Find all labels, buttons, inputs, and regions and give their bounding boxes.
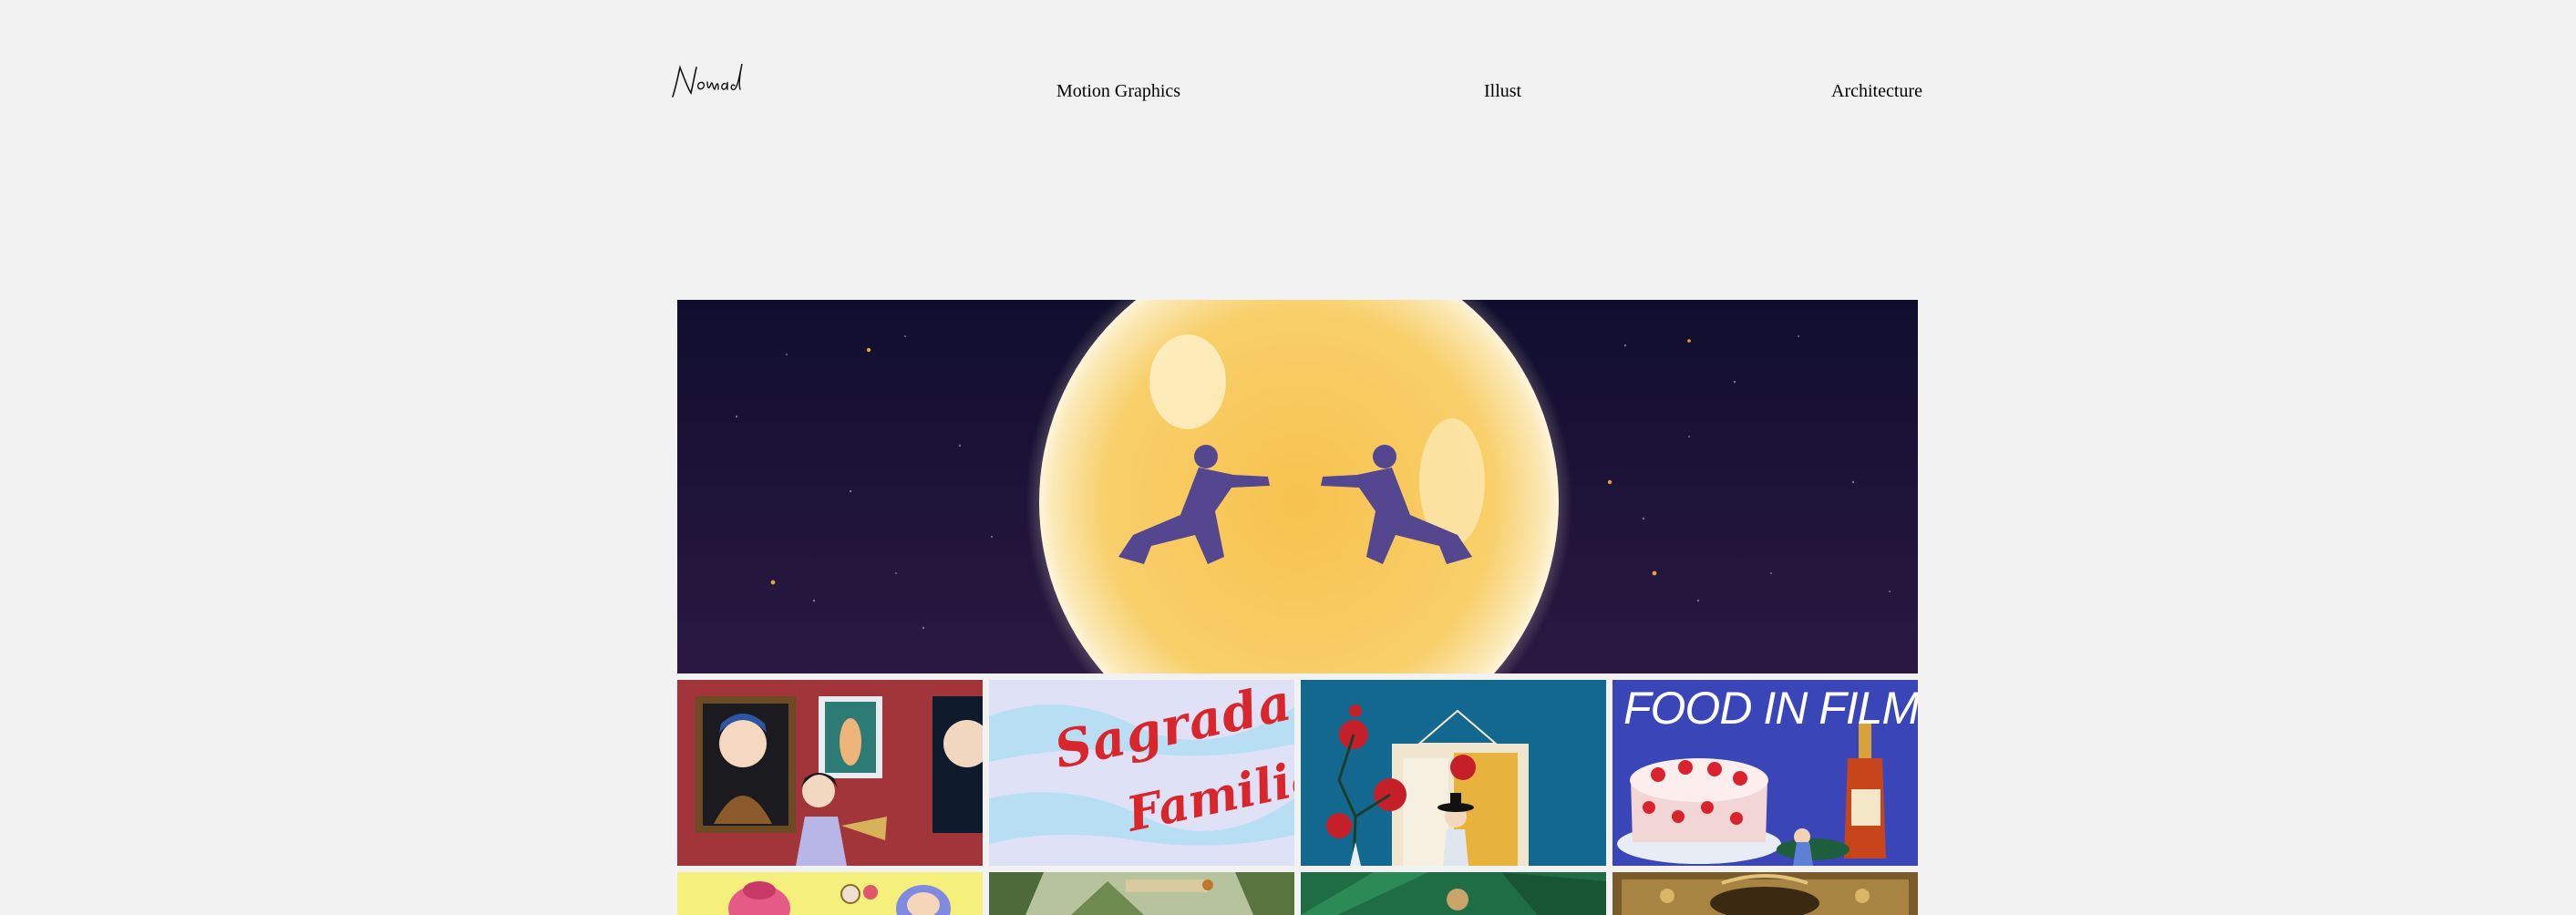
gallery-tile-yellow-characters[interactable] (677, 872, 983, 915)
nav-illust[interactable]: Illust (1484, 80, 1521, 102)
museum-illustration (677, 680, 983, 866)
gallery-tile-food-in-films[interactable]: FOOD IN FILMS (1613, 680, 1918, 866)
moon-fighters-illustration (677, 300, 1918, 673)
logo[interactable] (671, 60, 747, 100)
green-figure-illustration (1301, 872, 1606, 915)
gallery-tile-green-figure[interactable] (1301, 872, 1606, 915)
food-in-films-title: FOOD IN FILMS (1623, 683, 1918, 734)
nav-architecture[interactable]: Architecture (1831, 80, 1922, 102)
korean-window-illustration (1301, 680, 1606, 866)
gallery-tile-sagrada-familia[interactable]: Sagrada Familia (989, 680, 1294, 866)
gallery-tile-gold-ornament[interactable] (1613, 872, 1918, 915)
gallery-tile-jungle-scene[interactable] (989, 872, 1294, 915)
yellow-characters-illustration (677, 872, 983, 915)
hero-image[interactable] (677, 300, 1918, 673)
nav-motion-graphics[interactable]: Motion Graphics (1056, 80, 1180, 102)
jungle-scene-illustration (989, 872, 1294, 915)
gallery-tile-museum[interactable] (677, 680, 983, 866)
gallery-tile-korean-window[interactable] (1301, 680, 1606, 866)
nomad-signature-logo (672, 63, 743, 98)
gold-ornament-illustration (1613, 872, 1918, 915)
